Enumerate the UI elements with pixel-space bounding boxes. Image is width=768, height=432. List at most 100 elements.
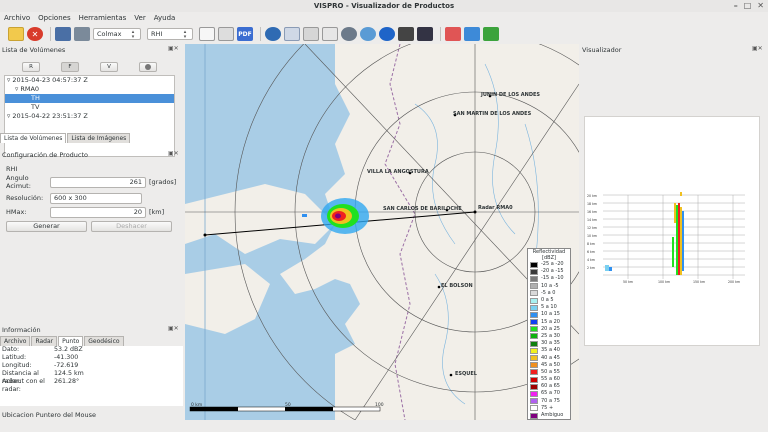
tab-volumes[interactable]: Lista de Volúmenes bbox=[0, 133, 67, 143]
tree-item[interactable]: ▿ 2015-04-23 04:57:37 Z bbox=[5, 76, 174, 85]
panel-float-close-icon[interactable]: ▣✕ bbox=[168, 325, 179, 332]
legend-label: 60 a 65 bbox=[541, 383, 560, 390]
legend-item: 45 a 50 bbox=[528, 362, 570, 369]
x-tick: 200 km bbox=[728, 280, 740, 284]
undo-button[interactable]: Deshacer bbox=[91, 221, 172, 232]
button-record[interactable] bbox=[139, 62, 157, 72]
menu-herramientas[interactable]: Herramientas bbox=[79, 13, 127, 24]
tab-images[interactable]: Lista de Imágenes bbox=[67, 133, 131, 143]
stop-icon[interactable]: ✕ bbox=[27, 27, 43, 41]
resolution-label: Resolución: bbox=[6, 194, 44, 202]
legend-label: 40 a 45 bbox=[541, 354, 560, 361]
hmax-input[interactable]: 20 bbox=[50, 206, 146, 218]
rhi-viewer[interactable]: 20 km 18 km 16 km 14 km 12 km 10 km 8 km… bbox=[584, 116, 760, 346]
resolution-select[interactable]: 600 x 300 bbox=[50, 192, 142, 204]
radar-icon[interactable] bbox=[379, 27, 395, 41]
info-footer: Ubicacion Puntero del Mouse bbox=[2, 411, 97, 419]
land-shape bbox=[185, 264, 270, 334]
panel-float-close-icon[interactable]: ▣✕ bbox=[168, 150, 179, 157]
open-folder-icon[interactable] bbox=[8, 27, 24, 41]
storm-icon[interactable] bbox=[341, 27, 357, 41]
tree-item[interactable]: TV bbox=[5, 103, 174, 112]
export-icon[interactable] bbox=[74, 27, 90, 41]
panel-float-close-icon[interactable]: ▣✕ bbox=[752, 45, 763, 52]
palette-select[interactable]: Colmax bbox=[93, 28, 141, 40]
cloud-icon[interactable] bbox=[360, 27, 376, 41]
legend-item: 65 a 70 bbox=[528, 390, 570, 397]
panel-float-close-icon[interactable]: ▣✕ bbox=[168, 45, 179, 52]
save-icon[interactable] bbox=[55, 27, 71, 41]
menu-ayuda[interactable]: Ayuda bbox=[154, 13, 176, 24]
tree-item[interactable]: ▿ RMA0 bbox=[5, 85, 174, 94]
product-select[interactable]: RHI bbox=[147, 28, 193, 40]
map-canvas bbox=[185, 44, 579, 420]
legend-swatch bbox=[530, 319, 538, 326]
toolbar-separator bbox=[440, 27, 441, 41]
legend-item: 40 a 45 bbox=[528, 354, 570, 362]
legend-swatch bbox=[530, 326, 538, 333]
minimize-icon[interactable]: – bbox=[734, 1, 738, 11]
exit-icon[interactable] bbox=[483, 27, 499, 41]
legend-label: 20 a 25 bbox=[541, 325, 560, 332]
crosshair-icon[interactable] bbox=[199, 27, 215, 41]
rhi-endpoint bbox=[203, 233, 207, 237]
image-icon[interactable] bbox=[464, 27, 480, 41]
legend-label: -5 a 0 bbox=[541, 289, 556, 296]
legend-item: 35 a 40 bbox=[528, 347, 570, 354]
legend-swatch bbox=[530, 369, 538, 376]
zoom-map-icon[interactable] bbox=[284, 27, 300, 41]
tree-item[interactable]: ▿ 2015-04-22 23:51:37 Z bbox=[5, 112, 174, 121]
toolbar: ✕ Colmax RHI PDF bbox=[0, 25, 768, 43]
info-row: Longitud: -72.619 bbox=[2, 362, 79, 369]
azimuth-input[interactable]: 261 bbox=[50, 176, 146, 188]
info-row: Dato: 53.2 dBZ bbox=[2, 346, 83, 353]
y-tick: 14 km bbox=[587, 218, 597, 222]
maximize-icon[interactable]: □ bbox=[744, 1, 752, 11]
layers-icon[interactable] bbox=[303, 27, 319, 41]
train-icon[interactable] bbox=[417, 27, 433, 41]
close-icon[interactable]: ✕ bbox=[757, 1, 764, 11]
scale-label-100: 100 bbox=[375, 403, 384, 408]
config-title: Configuración de Producto bbox=[2, 151, 89, 159]
info-row: Acimut con el radar: 261.28° bbox=[2, 378, 80, 393]
legend-item: 20 a 25 bbox=[528, 326, 570, 333]
map-label-bariloche: SAN CARLOS DE BARILOCHE bbox=[383, 206, 462, 212]
menu-bar: Archivo Opciones Herramientas Ver Ayuda bbox=[0, 13, 768, 24]
legend-label: 55 a 60 bbox=[541, 376, 560, 383]
legend-item: 50 a 55 bbox=[528, 369, 570, 376]
table-icon[interactable] bbox=[322, 27, 338, 41]
legend-swatch bbox=[530, 347, 538, 354]
viewer-title: Visualizador bbox=[582, 46, 622, 54]
menu-archivo[interactable]: Archivo bbox=[4, 13, 30, 24]
legend-label: Ambiguo bbox=[541, 412, 564, 419]
radar-map[interactable]: JUNIN DE LOS ANDES SAN MARTIN DE LOS AND… bbox=[185, 44, 579, 420]
info-list: Dato: 53.2 dBZ Latitud: -41.300 Longitud: -… bbox=[0, 346, 183, 406]
y-tick: 8 km bbox=[587, 242, 595, 246]
generate-button[interactable]: Generar bbox=[6, 221, 87, 232]
button-v[interactable]: V bbox=[100, 62, 118, 72]
button-r[interactable]: R bbox=[22, 62, 40, 72]
y-tick: 10 km bbox=[587, 234, 597, 238]
legend-label: -20 a -15 bbox=[541, 268, 564, 275]
legend-swatch bbox=[530, 333, 538, 340]
tab-archivo[interactable]: Archivo bbox=[0, 336, 31, 346]
azimuth-label: Angulo Acimut: bbox=[6, 174, 31, 190]
grid-icon[interactable] bbox=[218, 27, 234, 41]
tab-geodesico[interactable]: Geodésico bbox=[84, 336, 124, 346]
profile-icon[interactable] bbox=[398, 27, 414, 41]
window-title: VISPRO - Visualizador de Productos bbox=[313, 2, 455, 10]
tab-punto[interactable]: Punto bbox=[58, 336, 84, 346]
tab-radar[interactable]: Radar bbox=[31, 336, 58, 346]
hmax-unit: [km] bbox=[149, 208, 165, 216]
pdf-icon[interactable]: PDF bbox=[237, 27, 253, 41]
globe-icon[interactable] bbox=[265, 27, 281, 41]
legend-label: 70 a 75 bbox=[541, 397, 560, 404]
menu-ver[interactable]: Ver bbox=[134, 13, 145, 24]
button-f[interactable]: F bbox=[61, 62, 79, 72]
y-tick: 6 km bbox=[587, 250, 595, 254]
tree-item-selected[interactable]: TH bbox=[5, 94, 174, 103]
volume-tree[interactable]: ▿ 2015-04-23 04:57:37 Z ▿ RMA0 TH TV ▿ 2… bbox=[4, 75, 175, 157]
network-icon[interactable] bbox=[445, 27, 461, 41]
menu-opciones[interactable]: Opciones bbox=[38, 13, 70, 24]
legend-item: 0 a 5 bbox=[528, 297, 570, 304]
